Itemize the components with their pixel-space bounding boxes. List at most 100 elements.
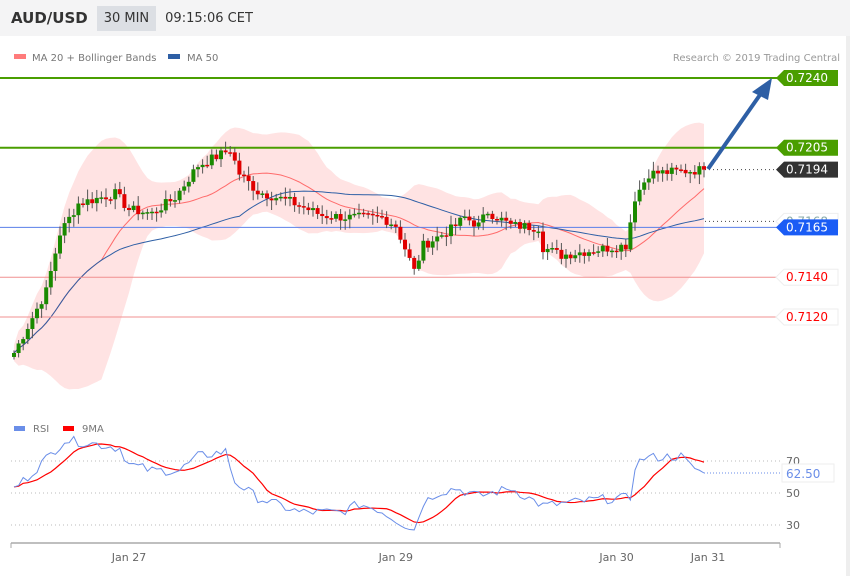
bollinger-band	[14, 122, 704, 390]
candle-body	[439, 235, 444, 237]
candle-body	[347, 214, 352, 220]
candle-body	[522, 223, 527, 229]
candle-body	[449, 224, 453, 237]
candle-body	[177, 190, 182, 201]
candle-body	[412, 257, 417, 269]
scrollbar[interactable]	[846, 36, 850, 576]
candle-body	[255, 190, 260, 195]
candle-body	[384, 216, 389, 225]
candle-body	[697, 166, 702, 175]
candle-body	[407, 249, 412, 258]
candle-body	[205, 164, 210, 167]
ma50-legend-swatch	[168, 54, 180, 59]
candle-body	[462, 216, 467, 219]
candle-body	[568, 254, 573, 259]
ma9-legend-swatch	[63, 426, 74, 431]
candle-body	[398, 226, 403, 240]
copyright: Research © 2019 Trading Central	[673, 53, 840, 64]
candle-body	[306, 207, 311, 211]
candle-body	[499, 217, 504, 221]
candle-body	[108, 199, 113, 201]
candle-body	[122, 194, 127, 208]
candle-body	[140, 212, 145, 215]
candle-body	[669, 167, 674, 174]
candle-body	[71, 215, 76, 217]
candle-body	[679, 169, 683, 171]
candle-body	[582, 252, 587, 256]
candle-body	[48, 270, 53, 288]
candle-body	[251, 181, 256, 191]
ma20-legend-swatch	[14, 54, 26, 59]
candle	[412, 255, 417, 275]
candle-body	[246, 175, 251, 182]
candle-body	[688, 172, 693, 174]
candle-body	[159, 210, 164, 213]
candle-body	[12, 352, 16, 357]
candle-body	[495, 218, 499, 221]
candle-body	[702, 166, 706, 170]
x-tick-label: Jan 31	[690, 551, 725, 564]
candle-body	[99, 197, 104, 199]
candle-body	[163, 199, 168, 211]
candle-body	[642, 182, 647, 190]
price-label-text: 0.7165	[786, 220, 828, 234]
candle-body	[228, 152, 233, 154]
candle-body	[21, 339, 26, 344]
candle-body	[541, 231, 545, 253]
candle-body	[242, 174, 246, 177]
candle-body	[536, 231, 541, 234]
candle-body	[573, 255, 578, 259]
candle-body	[127, 207, 131, 211]
rsi-ma9-line	[13, 443, 705, 524]
candle-body	[370, 213, 375, 216]
price-chart: MA 20 + Bollinger Bands MA 50 Research ©…	[0, 53, 840, 564]
candle-body	[200, 164, 205, 168]
candle-body	[619, 244, 624, 252]
candle-body	[559, 249, 564, 259]
candle-body	[476, 222, 481, 227]
candle-body	[416, 260, 421, 269]
candle-body	[665, 170, 670, 174]
candle-body	[297, 205, 302, 207]
ma50-legend-label: MA 50	[187, 53, 218, 64]
candle-body	[366, 213, 371, 215]
candle-body	[380, 216, 384, 218]
rsi-tick-label: 30	[786, 519, 800, 532]
candle-body	[214, 154, 219, 160]
rsi-legend-swatch	[14, 426, 25, 431]
candle-body	[186, 181, 191, 187]
candle-body	[600, 245, 605, 252]
rsi-line	[13, 435, 705, 531]
candle-body	[25, 328, 30, 340]
candle-body	[605, 245, 610, 252]
candle-body	[504, 217, 509, 221]
candle-body	[389, 224, 394, 227]
price-label-0.7240: 0.7240	[776, 70, 838, 86]
price-label-0.7120: 0.7120	[775, 308, 839, 326]
candle-body	[435, 236, 440, 242]
candle-body	[426, 240, 430, 248]
candle-body	[628, 222, 633, 250]
candle-body	[85, 199, 90, 205]
candle-body	[58, 235, 62, 254]
candle-body	[94, 197, 99, 204]
candle-body	[614, 250, 619, 253]
candle-body	[232, 152, 237, 161]
candle-body	[375, 214, 380, 217]
candle-body	[577, 252, 582, 256]
price-label-text: 0.7140	[786, 270, 828, 284]
rsi-legend-label: RSI	[33, 424, 49, 435]
forecast-arrow	[706, 90, 764, 171]
price-label-text: 0.7120	[786, 310, 828, 324]
candle-body	[219, 150, 223, 160]
candle-body	[67, 216, 72, 224]
candle-body	[637, 189, 642, 202]
candle-body	[430, 241, 435, 248]
candle-body	[223, 150, 228, 153]
candle-body	[39, 304, 44, 309]
ma20-legend-label: MA 20 + Bollinger Bands	[32, 53, 156, 64]
candle-body	[692, 172, 697, 175]
forecast-arrowhead-icon	[752, 78, 772, 100]
candle-body	[591, 252, 596, 254]
candle	[628, 214, 633, 253]
